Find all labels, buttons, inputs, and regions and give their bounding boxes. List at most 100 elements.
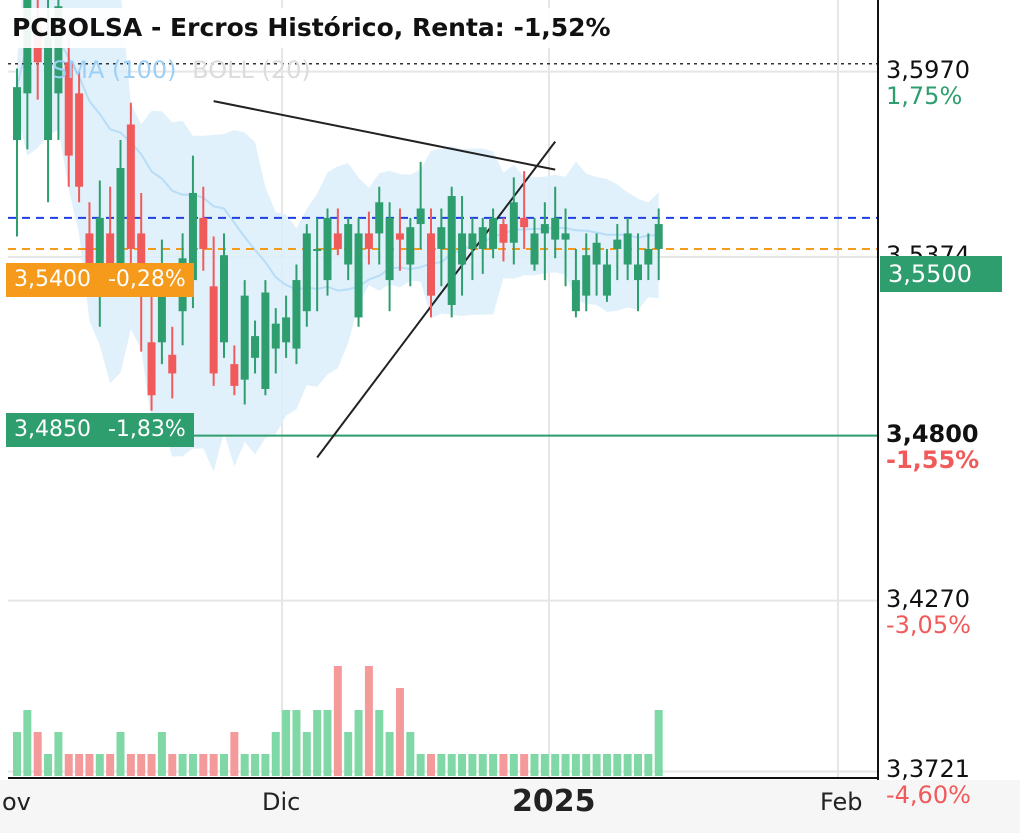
candle-body [427, 233, 435, 296]
candle-body [551, 217, 560, 240]
volume-bar [344, 732, 353, 776]
volume-bar [282, 710, 291, 776]
support-tag-price: 3,4850 [14, 417, 91, 442]
support-level-tag[interactable]: 3,4850 -1,83% [6, 413, 194, 447]
volume-bar [478, 754, 487, 776]
x-axis-label: ov [2, 788, 31, 816]
grid-lines [8, 0, 878, 778]
candle-body [209, 286, 218, 374]
candle-body [582, 255, 591, 296]
volume-bar [634, 754, 642, 776]
trendline [213, 100, 556, 171]
candle-body [271, 323, 280, 349]
volume-bar [13, 732, 21, 776]
candle-body [354, 233, 363, 318]
volume-bar [64, 754, 73, 776]
volume-bar [126, 754, 135, 776]
candle-body [499, 224, 508, 243]
volume-bar [240, 754, 249, 776]
candle-body [344, 224, 353, 265]
candle-body [530, 233, 539, 265]
volume-bar [302, 732, 311, 776]
volume-bar [188, 754, 197, 776]
candle-body [654, 224, 663, 249]
candle-body [240, 295, 249, 380]
candle-body [220, 255, 228, 343]
candle-body [282, 317, 291, 343]
candle-body [395, 233, 404, 240]
candle-body [416, 208, 425, 225]
volume-bar [220, 754, 228, 776]
volume-bar [364, 666, 373, 776]
volume-bars [13, 666, 663, 776]
volume-bar [509, 754, 518, 776]
candle-body [509, 202, 518, 243]
candle-body [251, 336, 260, 358]
candle-body [147, 342, 156, 396]
volume-bar [106, 754, 115, 776]
volume-bar [499, 754, 508, 776]
volume-bar [168, 754, 177, 776]
candle-body [406, 227, 415, 265]
volume-bar [85, 754, 94, 776]
candle-body [199, 217, 208, 249]
candle-body [385, 217, 394, 281]
boll-indicator-label[interactable]: BOLL (20) [192, 56, 311, 84]
volume-bar [313, 710, 322, 776]
volume-bar [54, 732, 63, 776]
volume-bar [592, 754, 601, 776]
candle-body [313, 248, 322, 251]
candle-body [364, 233, 373, 249]
x-axis-label: Feb [820, 788, 863, 816]
candle-body [437, 227, 446, 249]
candle-body [489, 217, 498, 249]
candle-body [75, 93, 84, 187]
y-axis-percent-label: -3,05% [886, 610, 971, 639]
volume-bar [157, 732, 166, 776]
candle-body [520, 217, 529, 228]
volume-bar [95, 754, 104, 776]
volume-bar [292, 710, 301, 776]
y-axis-price-label: 3,4800 [886, 419, 979, 448]
volume-bar [551, 754, 560, 776]
y-axis-price-label: 3,5970 [886, 55, 970, 84]
volume-bar [375, 710, 384, 776]
y-axis-price-label: 3,4270 [886, 584, 970, 613]
volume-bar [561, 754, 570, 776]
y-axis-percent-label: -1,55% [886, 445, 980, 474]
y-axis-percent-label: 1,75% [886, 81, 963, 110]
candle-body [323, 217, 332, 281]
candle-body [44, 37, 53, 141]
volume-bar [44, 754, 53, 776]
volume-bar [385, 732, 394, 776]
volume-bar [520, 754, 529, 776]
volume-bar [602, 754, 611, 776]
volume-bar [23, 710, 32, 776]
candle-body [292, 280, 301, 349]
volume-bar [116, 732, 125, 776]
volume-bar [209, 754, 218, 776]
candle-body [468, 233, 477, 249]
volume-bar [178, 754, 187, 776]
orange-level-tag[interactable]: 3,5400 -0,28% [6, 263, 194, 297]
volume-bar [251, 754, 260, 776]
volume-bar [354, 710, 363, 776]
volume-bar [416, 754, 425, 776]
volume-bar [458, 754, 467, 776]
candle-body [106, 233, 115, 265]
x-axis-label: 2025 [512, 784, 596, 819]
candle-body [375, 202, 384, 234]
volume-bar [406, 732, 415, 776]
volume-bar [437, 754, 446, 776]
sma-indicator-label[interactable]: SMA (100) [52, 56, 177, 84]
volume-bar [137, 754, 146, 776]
orange-tag-pct: -0,28% [107, 267, 186, 292]
candle-body [126, 124, 135, 249]
orange-tag-price: 3,5400 [14, 267, 91, 292]
volume-bar [644, 754, 653, 776]
volume-bar [230, 732, 239, 776]
volume-bar [323, 710, 332, 776]
chart-title: PCBOLSA - Ercros Histórico, Renta: -1,52… [6, 8, 617, 48]
volume-bar [530, 754, 539, 776]
volume-bar [571, 754, 580, 776]
